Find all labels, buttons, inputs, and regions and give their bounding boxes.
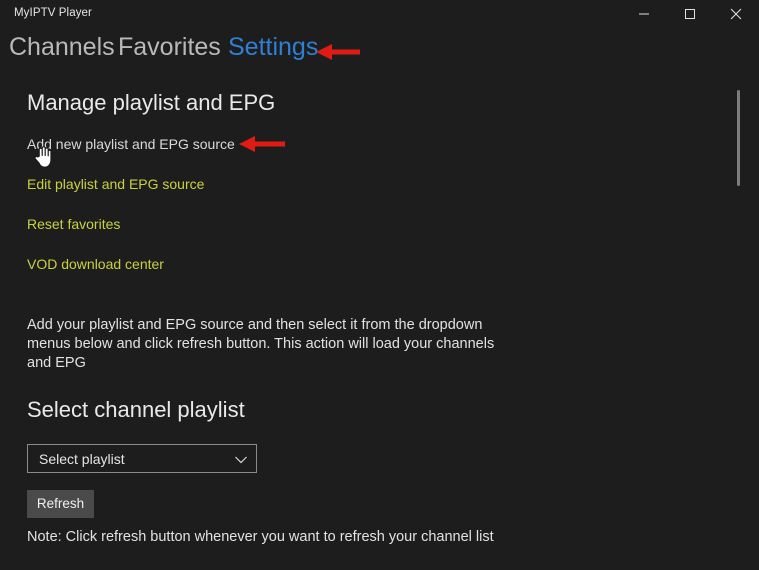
link-vod-download-center[interactable]: VOD download center (27, 254, 164, 274)
link-reset-favorites[interactable]: Reset favorites (27, 214, 120, 234)
title-bar: MyIPTV Player (0, 0, 759, 28)
link-add-new-playlist-and-epg-source[interactable]: Add new playlist and EPG source (27, 134, 235, 154)
tab-settings[interactable]: Settings (228, 30, 318, 64)
refresh-button[interactable]: Refresh (27, 490, 94, 518)
window-controls (621, 0, 759, 28)
minimize-icon (638, 8, 650, 20)
maximize-button[interactable] (667, 0, 713, 28)
main-tab-bar: Channels Favorites Settings (0, 30, 759, 74)
chevron-down-icon (234, 453, 248, 466)
window-title: MyIPTV Player (14, 7, 92, 19)
link-edit-playlist-and-epg-source[interactable]: Edit playlist and EPG source (27, 174, 204, 194)
refresh-note-text: Note: Click refresh button whenever you … (27, 529, 494, 545)
maximize-icon (684, 8, 696, 20)
settings-panel: Manage playlist and EPG Add new playlist… (0, 76, 759, 570)
close-button[interactable] (713, 0, 759, 28)
tab-favorites[interactable]: Favorites (118, 30, 221, 64)
vertical-scrollbar[interactable] (734, 76, 744, 570)
tab-channels[interactable]: Channels (9, 30, 115, 64)
playlist-select-value: Select playlist (39, 451, 125, 467)
playlist-select[interactable]: Select playlist (27, 444, 257, 473)
settings-description-text: Add your playlist and EPG source and the… (27, 317, 495, 371)
application-window: MyIPTV Player Channels Favorites Setting… (0, 0, 759, 570)
scrollbar-thumb[interactable] (737, 90, 740, 186)
close-icon (730, 8, 742, 20)
select-channel-playlist-heading: Select channel playlist (27, 397, 245, 422)
minimize-button[interactable] (621, 0, 667, 28)
manage-playlist-heading: Manage playlist and EPG (27, 90, 276, 115)
